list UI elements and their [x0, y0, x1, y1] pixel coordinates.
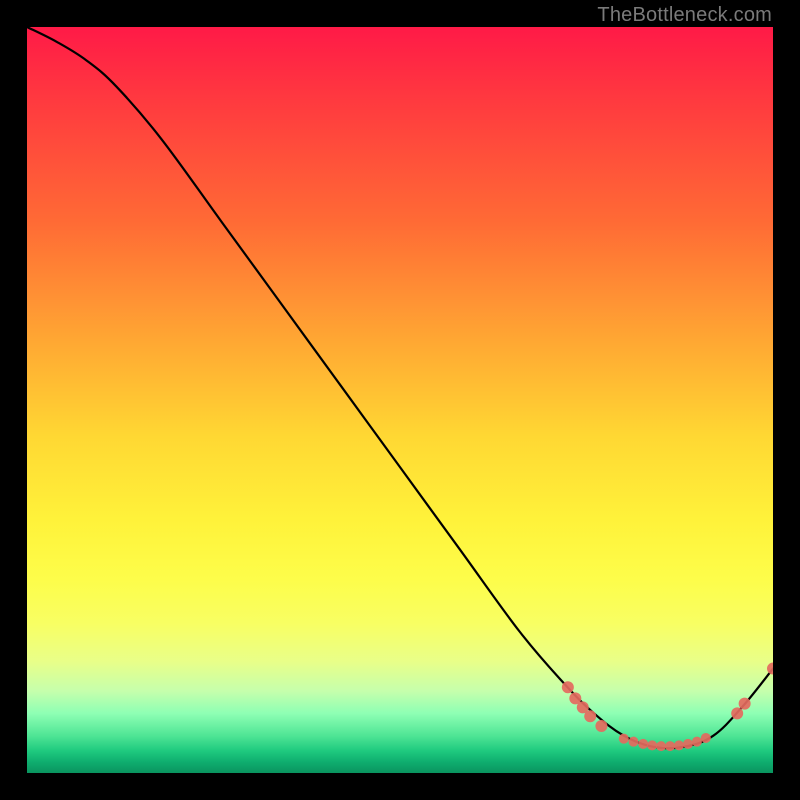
- curve-marker: [701, 733, 711, 743]
- curve-marker: [656, 741, 666, 751]
- curve-marker: [665, 741, 675, 751]
- curve-marker: [731, 707, 743, 719]
- curve-marker: [584, 710, 596, 722]
- watermark-text: TheBottleneck.com: [597, 4, 772, 27]
- chart-stage: TheBottleneck.com: [0, 0, 800, 800]
- curve-marker: [692, 737, 702, 747]
- curve-marker: [647, 740, 657, 750]
- curve-marker: [767, 663, 773, 675]
- curve-layer: [27, 27, 773, 773]
- bottleneck-curve: [27, 27, 773, 748]
- curve-marker: [562, 681, 574, 693]
- curve-marker: [619, 734, 629, 744]
- curve-marker: [595, 720, 607, 732]
- curve-marker: [739, 698, 751, 710]
- curve-marker: [629, 737, 639, 747]
- marker-group: [562, 663, 773, 752]
- curve-marker: [683, 739, 693, 749]
- curve-marker: [674, 740, 684, 750]
- plot-area: [27, 27, 773, 773]
- curve-marker: [638, 739, 648, 749]
